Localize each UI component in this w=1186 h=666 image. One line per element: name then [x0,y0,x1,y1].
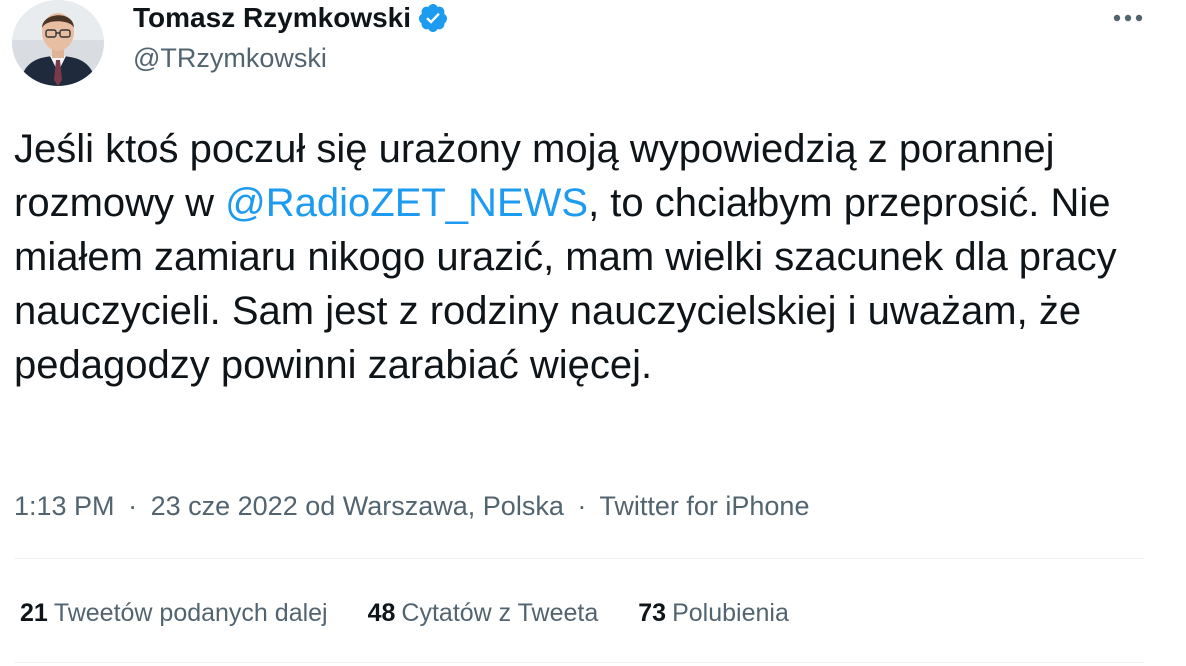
divider-top [14,558,1144,559]
likes-stat[interactable]: 73 Polubienia [638,596,789,630]
quotes-label: Cytatów z Tweeta [401,599,599,627]
tweet-stats: 21 Tweetów podanych dalej 48 Cytatów z Twe… [20,596,829,630]
author-name-text: Tomasz Rzymkowski [133,2,412,33]
avatar-image [12,0,104,86]
more-options-button[interactable] [1108,0,1148,36]
likes-count: 73 [638,599,667,627]
author-handle[interactable]: @TRzymkowski [133,40,327,76]
tweet-location: od Warszawa, Polska [305,491,564,521]
tweet-text: Jeśli ktoś poczuł się urażony moją wypow… [14,122,1164,392]
divider-bottom [14,662,1144,663]
tweet-meta: 1:13 PM · 23 cze 2022 od Warszawa, Polsk… [14,488,809,524]
tweet-source[interactable]: Twitter for iPhone [599,491,809,521]
meta-separator-2: · [577,491,587,521]
quotes-stat[interactable]: 48 Cytatów z Tweeta [368,596,599,630]
retweets-label: Tweetów podanych dalej [53,599,328,627]
tweet-time[interactable]: 1:13 PM [14,491,115,521]
tweet: Tomasz Rzymkowski @TRzymkowski Jeśli kto… [0,0,1186,666]
likes-label: Polubienia [672,599,789,627]
meta-separator: · [128,491,138,521]
verified-badge-icon [417,2,449,34]
more-horizontal-icon [1113,14,1143,22]
author-name[interactable]: Tomasz Rzymkowski [133,0,449,36]
mention-link[interactable]: @RadioZET_NEWS [225,181,588,225]
quotes-count: 48 [367,599,396,627]
retweets-count: 21 [20,599,48,627]
avatar[interactable] [12,0,104,86]
retweets-stat[interactable]: 21 Tweetów podanych dalej [20,596,328,630]
tweet-date[interactable]: 23 cze 2022 [151,491,298,521]
